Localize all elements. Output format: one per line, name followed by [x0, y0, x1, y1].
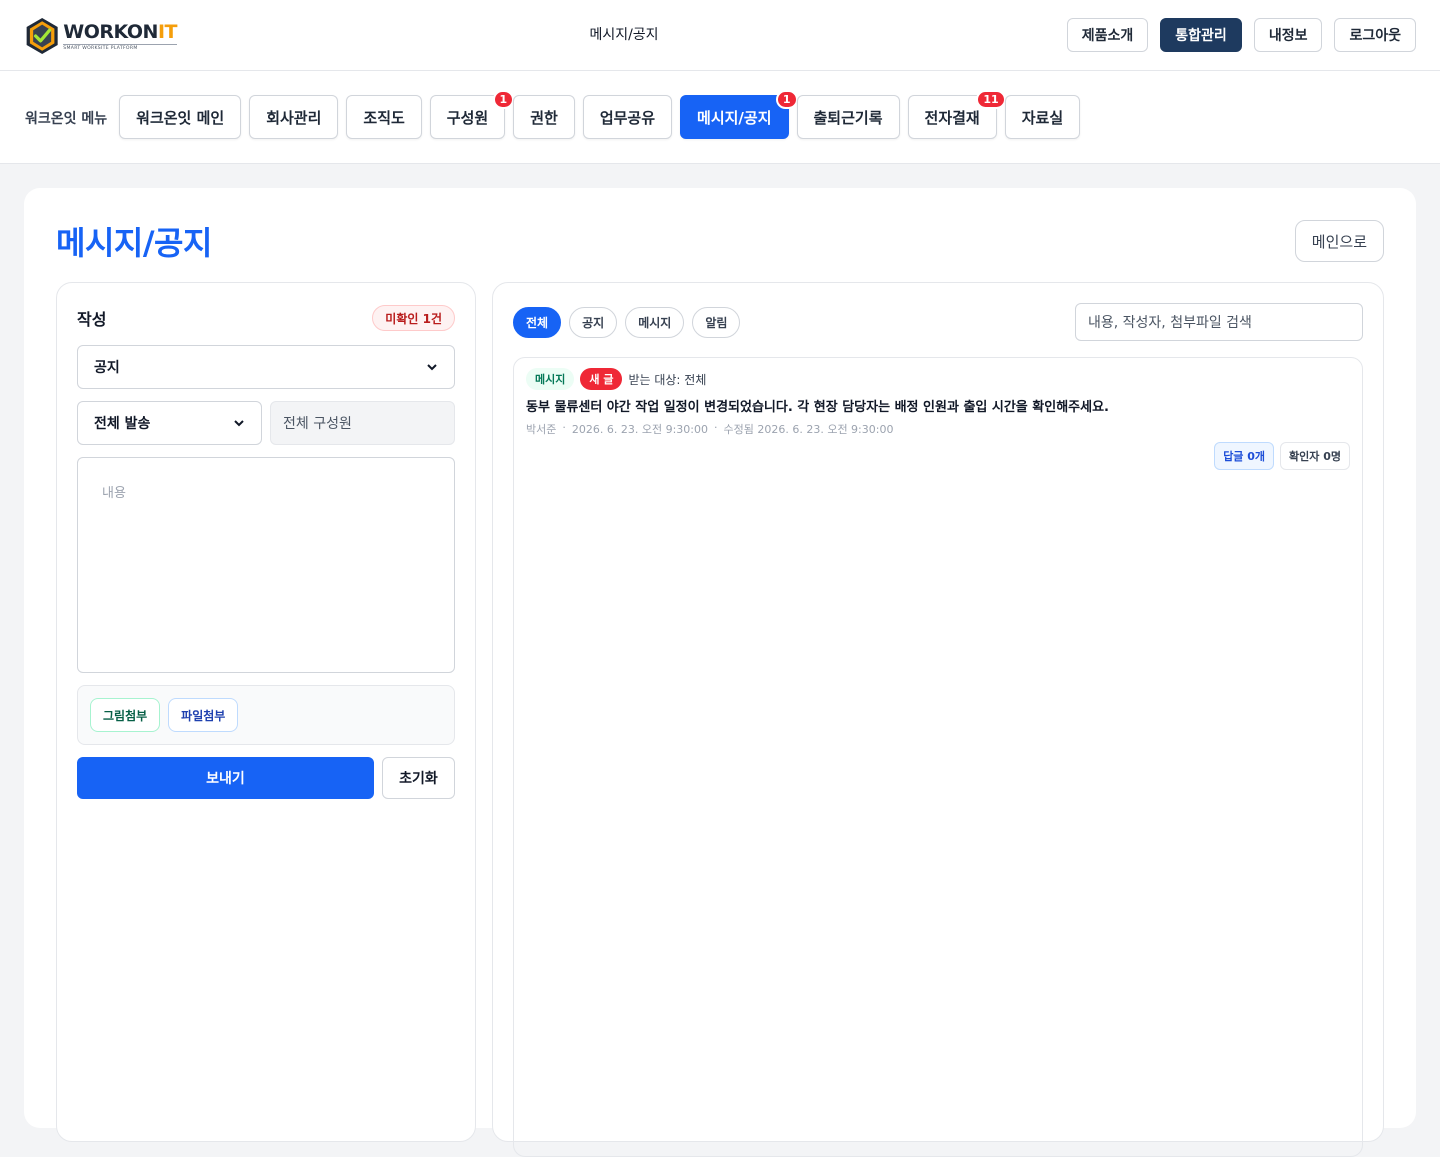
message-body: 동부 물류센터 야간 작업 일정이 변경되었습니다. 각 현장 담당자는 배정 …	[526, 400, 1109, 415]
back-to-main-button[interactable]: 메인으로	[1294, 220, 1384, 262]
menu-item-0[interactable]: 워크온잇 메인	[119, 95, 242, 139]
created-time: 2026. 6. 23. 오전 9:30:00	[571, 423, 708, 436]
filter-message[interactable]: 메시지	[625, 307, 685, 338]
logo-tagline: SMART WORKSITE PLATFORM	[63, 43, 177, 51]
workonit-logo[interactable]: WORKONIT SMART WORKSITE PLATFORM	[25, 12, 178, 60]
attach-file-button[interactable]: 파일첨부	[168, 698, 239, 732]
page-title: 메시지/공지	[56, 224, 212, 262]
message-list: 메시지 새 글 받는 대상: 전체 동부 물류센터 야간 작업 일정이 변경되었…	[513, 357, 1363, 1157]
message-type-tag: 메시지	[526, 368, 575, 390]
menu-notification-badge: 1	[775, 90, 798, 109]
main-menu-bar: 워크온잇 메뉴 워크온잇 메인 회사관리 조직도 구성원 1 권한 업무공유 메시지/공지 1 출…	[0, 71, 1440, 164]
header-page-title: 메시지/공지	[589, 27, 659, 43]
menu-item-7[interactable]: 출퇴근기록	[796, 95, 900, 139]
menu-item-6[interactable]: 메시지/공지 1	[680, 90, 798, 139]
unread-count-badge: 미확인 1건	[372, 305, 455, 331]
logo-shield-icon	[26, 18, 58, 54]
menu-items: 워크온잇 메인 회사관리 조직도 구성원 1 권한 업무공유 메시지/공지 1 출퇴근기록 전자결재…	[119, 90, 1081, 139]
header-actions: 제품소개 통합관리 내정보 로그아웃	[1066, 18, 1416, 52]
compose-panel: 작성 미확인 1건 공지 전체 발송 전체 구성원 내용 그림첨부 파일첨부 보…	[56, 282, 476, 1142]
integrated-admin-button[interactable]: 통합관리	[1160, 18, 1242, 52]
post-type-select[interactable]: 공지	[77, 345, 455, 389]
author-name: 박서준	[526, 423, 557, 436]
list-item[interactable]: 메시지 새 글 받는 대상: 전체 동부 물류센터 야간 작업 일정이 변경되었…	[514, 358, 1362, 474]
attachment-area: 그림첨부 파일첨부	[77, 685, 455, 745]
menu-item-2[interactable]: 조직도	[346, 95, 422, 139]
message-info: 박서준 · 2026. 6. 23. 오전 9:30:00 · 수정됨 2026…	[526, 421, 894, 436]
readers-count-button[interactable]: 확인자 0명	[1280, 442, 1350, 470]
filter-notice[interactable]: 공지	[569, 307, 618, 338]
my-info-button[interactable]: 내정보	[1253, 18, 1323, 52]
menu-item-4[interactable]: 권한	[513, 95, 575, 139]
main-card: 메시지/공지 메인으로 작성 미확인 1건 공지 전체 발송 전체 구성원 내용…	[24, 188, 1416, 1157]
compose-title: 작성	[77, 310, 107, 329]
reply-count-button[interactable]: 답글 0개	[1214, 442, 1275, 470]
logout-button[interactable]: 로그아웃	[1334, 18, 1416, 52]
menu-item-9[interactable]: 자료실	[1004, 95, 1081, 139]
message-list-panel: 전체 공지 메시지 알림 내용, 작성자, 첨부파일 검색 메시지 새 글 받는…	[492, 282, 1384, 1157]
product-intro-button[interactable]: 제품소개	[1066, 18, 1149, 52]
chevron-down-icon	[427, 364, 437, 371]
filter-tabs: 전체 공지 메시지 알림	[513, 307, 741, 338]
menu-notification-badge: 11	[976, 90, 1006, 109]
receiver-text: 받는 대상: 전체	[628, 372, 707, 387]
search-input[interactable]: 내용, 작성자, 첨부파일 검색	[1075, 303, 1363, 341]
menu-item-8[interactable]: 전자결재 11	[907, 90, 1006, 139]
menu-notification-badge: 1	[492, 90, 515, 109]
chevron-down-icon	[234, 420, 244, 427]
top-bar: WORKONIT SMART WORKSITE PLATFORM 메시지/공지 …	[0, 0, 1440, 71]
filter-all[interactable]: 전체	[513, 307, 562, 338]
filter-alert[interactable]: 알림	[692, 307, 741, 338]
menu-item-5[interactable]: 업무공유	[582, 95, 673, 139]
modified-time: 수정됨 2026. 6. 23. 오전 9:30:00	[723, 423, 894, 436]
reset-button[interactable]: 초기화	[382, 757, 455, 799]
menu-label: 워크온잇 메뉴	[25, 111, 108, 127]
logo-wordmark: WORKONIT	[63, 20, 177, 43]
attach-image-button[interactable]: 그림첨부	[90, 698, 161, 732]
target-select[interactable]: 전체 발송	[77, 401, 262, 445]
menu-item-1[interactable]: 회사관리	[249, 95, 339, 139]
content-textarea[interactable]: 내용	[77, 457, 455, 673]
new-post-tag: 새 글	[580, 368, 623, 390]
menu-item-3[interactable]: 구성원 1	[429, 90, 515, 139]
send-button[interactable]: 보내기	[77, 757, 374, 799]
recipients-field[interactable]: 전체 구성원	[270, 401, 455, 445]
